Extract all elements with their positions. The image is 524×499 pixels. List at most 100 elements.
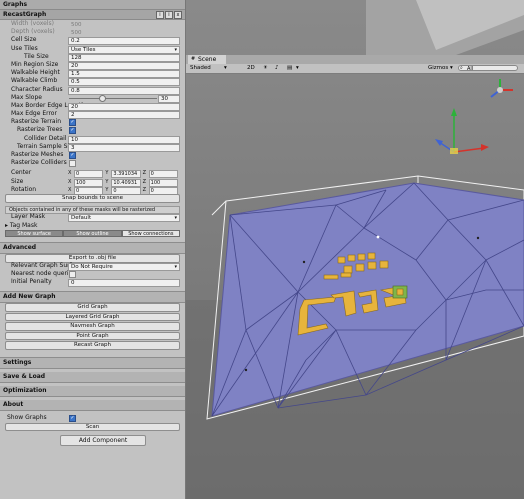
rotation-vector: X0 Y0 Z0 (68, 186, 180, 195)
search-icon: ⌕ (460, 65, 463, 71)
tile-size-row: Tile Size 128 (0, 52, 185, 62)
scene-tab[interactable]: Scene (188, 55, 226, 64)
mask-note-row: Objects contained in any of these masks … (0, 205, 185, 215)
z-label: Z (142, 170, 147, 177)
recast-graph-button[interactable]: Recast Graph (5, 341, 180, 350)
tag-mask-label: Tag Mask (9, 221, 38, 229)
cell-size-label: Cell Size (11, 36, 37, 44)
export-row: Export to .obj file (0, 254, 185, 263)
tile-size-label: Tile Size (24, 52, 49, 60)
terrain-sample-row: Terrain Sample Size 3 (0, 143, 185, 152)
view-tabs-row: Show surface Show outline Show connectio… (0, 230, 185, 238)
rasterize-meshes-checkbox[interactable]: ✓ (69, 152, 76, 159)
optimization-foldout[interactable]: Optimization (0, 386, 185, 398)
rasterize-terrain-label: Rasterize Terrain (11, 118, 62, 126)
2d-toggle[interactable]: 2D (247, 64, 255, 73)
add-new-graph-header: Add New Graph (0, 290, 185, 303)
snap-row: Snap bounds to scene (0, 194, 185, 203)
rasterize-trees-checkbox[interactable]: ✓ (69, 127, 76, 135)
show-graphs-checkbox[interactable]: ✓ (69, 415, 76, 423)
max-slope-slider[interactable] (69, 97, 157, 99)
settings-foldout[interactable]: Settings (0, 357, 185, 370)
rasterize-colliders-checkbox[interactable] (69, 160, 76, 168)
initial-penalty-field[interactable]: 0 (68, 279, 180, 288)
tag-mask-foldout[interactable]: ▸ Tag Mask (5, 222, 37, 230)
recast-graph-header[interactable]: RecastGraph i i x (0, 10, 185, 20)
rasterize-terrain-checkbox[interactable]: ✓ (69, 119, 76, 127)
graph-button-row: Recast Graph (0, 341, 185, 351)
scene-render[interactable] (186, 0, 524, 499)
walkable-climb-label: Walkable Climb (11, 77, 58, 85)
nearest-node-checkbox[interactable] (69, 271, 76, 279)
scene-view[interactable]: Scene Shaded ▾ 2D ☀ ♪ ▤ ▾ Gizmos ▾ All ⌕ (186, 0, 524, 499)
max-slope-row: Max Slope 30 (0, 93, 185, 103)
layer-mask-label: Layer Mask (11, 213, 46, 221)
advanced-header[interactable]: Advanced (0, 241, 185, 254)
x-label: X (68, 186, 72, 193)
show-outline-tab[interactable]: Show outline (63, 230, 122, 238)
info-icon[interactable]: i (156, 10, 164, 19)
graph-button-row: Point Graph (0, 331, 185, 341)
graph-button-row: Layered Grid Graph (0, 312, 185, 322)
show-surface-tab[interactable]: Show surface (5, 230, 64, 238)
graph-header-icons: i i x (156, 10, 182, 19)
graph-name: RecastGraph (3, 11, 47, 18)
save-load-foldout[interactable]: Save & Load (0, 372, 185, 384)
scene-search-input[interactable]: All (458, 65, 518, 72)
audio-icon[interactable]: ♪ (275, 64, 279, 73)
shading-dropdown-icon: ▾ (224, 65, 227, 71)
center-vector: X0 Y 3.391034 Z0 (68, 169, 180, 179)
initial-penalty-label: Initial Penalty (11, 278, 52, 286)
x-label: X (68, 170, 72, 177)
graphs-header: Graphs (0, 0, 185, 10)
param-row: Min Region Size 20 (0, 60, 185, 70)
add-component-button[interactable]: Add Component (60, 435, 146, 447)
param-row: Walkable Climb 0.5 (0, 77, 185, 87)
navmesh-graph-button[interactable]: Navmesh Graph (5, 322, 180, 331)
z-label: Z (142, 186, 147, 193)
gizmos-dropdown[interactable]: Gizmos (428, 64, 448, 73)
about-foldout[interactable]: About (0, 400, 185, 412)
close-icon[interactable]: x (174, 10, 182, 19)
param-row: Max Border Edge Length 20 (0, 102, 185, 111)
initial-penalty-row: Initial Penalty 0 (0, 278, 185, 288)
relevant-surface-row: Relevant Graph Surface Do Not Require (0, 262, 185, 272)
lighting-icon[interactable]: ☀ (263, 64, 268, 73)
info-icon-2[interactable]: i (165, 10, 173, 19)
show-graphs-row: Show Graphs ✓ (0, 414, 185, 423)
view-tabs: Show surface Show outline Show connectio… (5, 230, 180, 238)
rotation-row: Rotation X0 Y0 Z0 (0, 185, 185, 195)
scan-row: Scan (0, 422, 185, 432)
shading-mode-dropdown[interactable]: Shaded (190, 64, 211, 73)
show-graphs-label: Show Graphs (7, 414, 47, 422)
character-radius-label: Character Radius (11, 85, 63, 93)
width-label: Width (voxels) (11, 20, 54, 27)
y-label: Y (105, 170, 109, 177)
show-connections-tab[interactable]: Show connections (121, 230, 180, 238)
rasterize-trees-label: Rasterize Trees (17, 126, 63, 134)
depth-label: Depth (voxels) (11, 28, 55, 36)
effects-icon[interactable]: ▤ (287, 64, 292, 73)
rasterize-colliders-row: Rasterize Colliders (0, 159, 185, 168)
inspector-panel: Graphs RecastGraph i i x Width (voxels) 5… (0, 0, 186, 499)
snap-bounds-button[interactable]: Snap bounds to scene (5, 194, 180, 203)
point-graph-button[interactable]: Point Graph (5, 331, 180, 341)
grid-graph-button[interactable]: Grid Graph (5, 303, 180, 312)
max-slope-label: Max Slope (11, 93, 42, 101)
rasterize-meshes-row: Rasterize Meshes ✓ (0, 151, 185, 159)
layered-grid-graph-button[interactable]: Layered Grid Graph (5, 312, 180, 322)
x-label: X (68, 178, 72, 185)
rotation-label: Rotation (11, 185, 37, 193)
depth-row: Depth (voxels) 500 (0, 28, 185, 36)
rasterize-trees-row: Rasterize Trees ✓ (0, 126, 185, 135)
width-row: Width (voxels) 500 (0, 20, 185, 28)
nearest-node-row: Nearest node queries (0, 270, 185, 279)
center-row: Center X0 Y 3.391034 Z0 (0, 169, 185, 179)
tag-mask-row[interactable]: ▸ Tag Mask (0, 222, 185, 230)
param-row: Walkable Height 1.5 (0, 69, 185, 79)
scan-button[interactable]: Scan (5, 422, 180, 432)
collider-detail-label: Collider Detail (24, 134, 67, 142)
min-region-size-label: Min Region Size (11, 60, 59, 68)
nearest-node-label: Nearest node queries (11, 270, 76, 278)
rasterize-terrain-row: Rasterize Terrain ✓ (0, 118, 185, 127)
